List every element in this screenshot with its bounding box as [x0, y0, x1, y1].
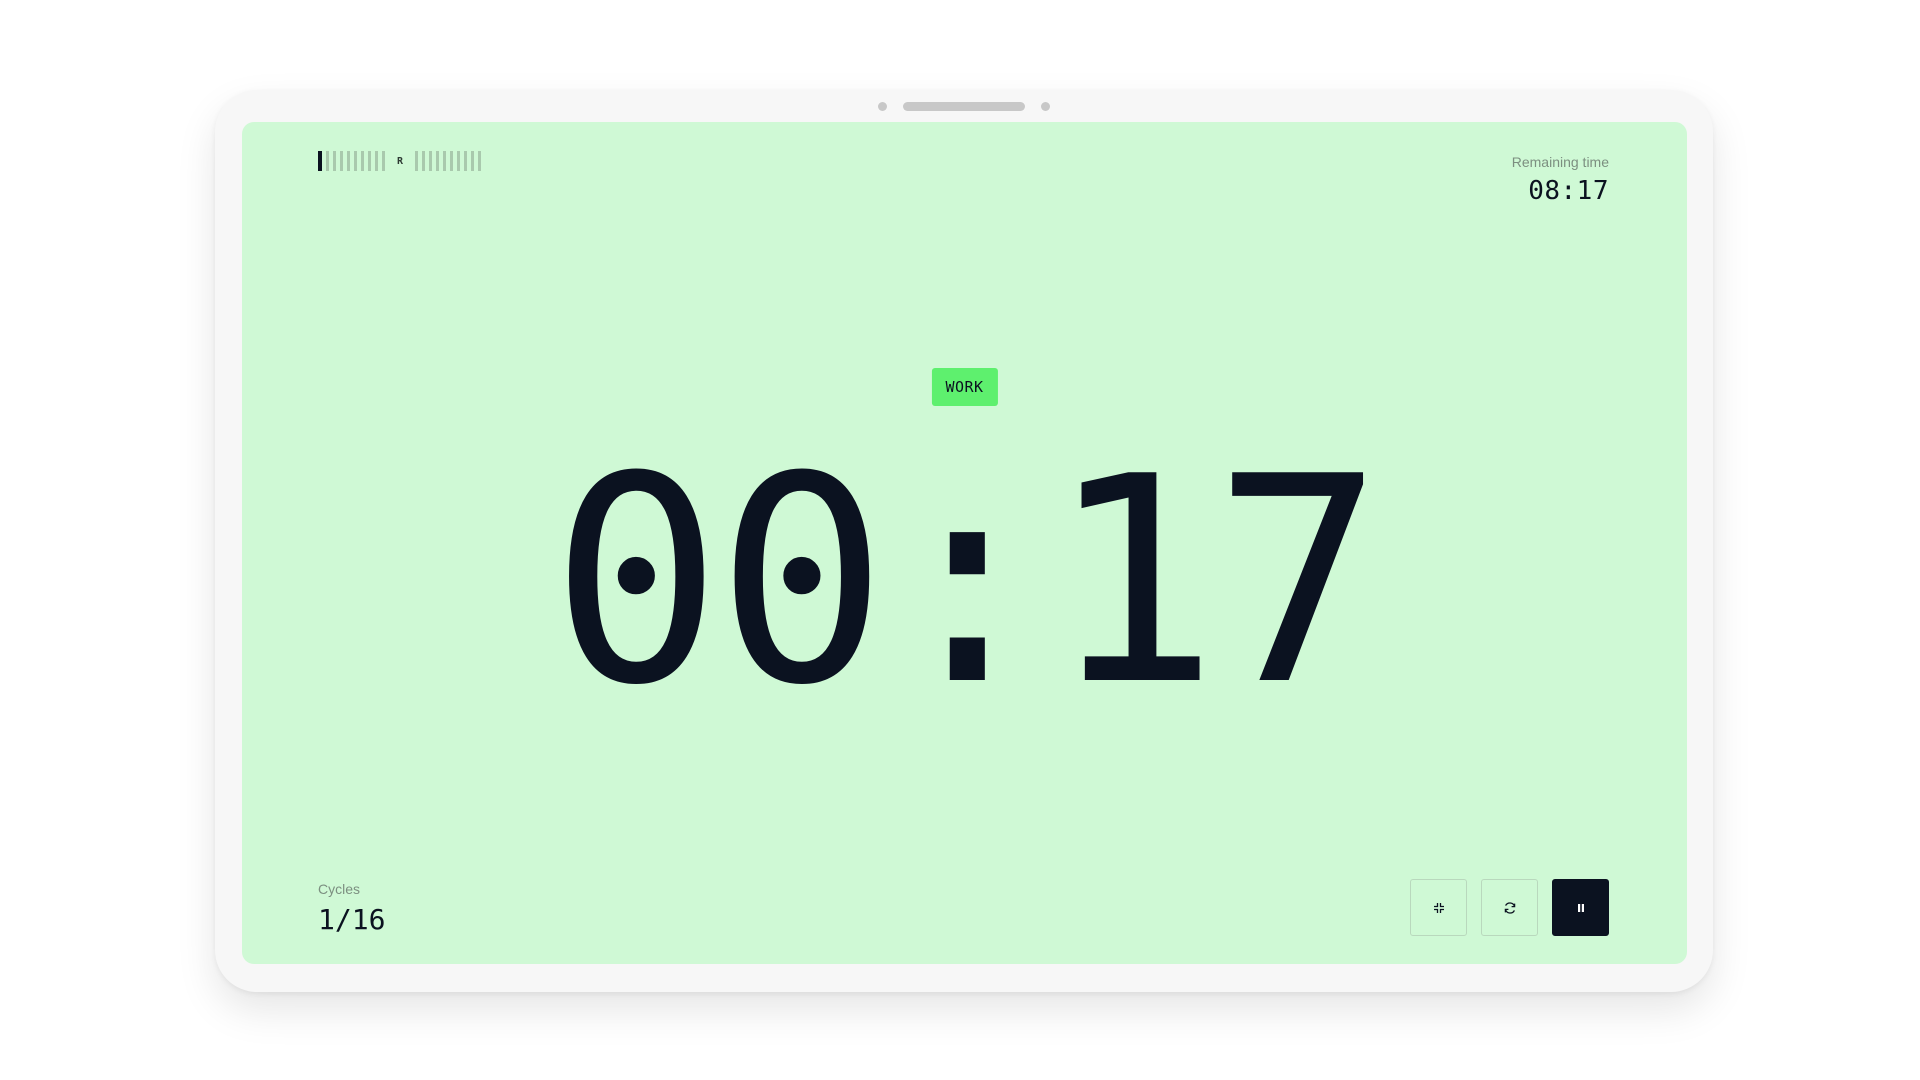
shrink-icon	[1433, 902, 1445, 914]
cycle-tick	[382, 151, 385, 171]
cycle-tick	[333, 151, 336, 171]
speaker-grill	[903, 102, 1025, 111]
cycle-tick	[361, 151, 364, 171]
cycle-tick	[464, 151, 468, 171]
cycle-tick	[318, 151, 322, 171]
cycle-tick	[471, 151, 475, 171]
cycle-tick	[450, 151, 454, 171]
exit-fullscreen-button[interactable]	[1410, 879, 1467, 936]
cycle-tick	[457, 151, 461, 171]
tablet-device: R Remaining time 08:17 WORK 00:17 Cycles…	[215, 90, 1713, 992]
countdown-timer: 00:17	[550, 416, 1385, 748]
cycle-tick	[436, 151, 440, 171]
cycle-tick	[443, 151, 447, 171]
restart-button[interactable]	[1481, 879, 1538, 936]
cycle-tick	[478, 151, 482, 171]
cycle-tick	[368, 151, 371, 171]
pause-button[interactable]	[1552, 879, 1609, 936]
cycle-tick	[422, 151, 426, 171]
remaining-time: Remaining time 08:17	[1512, 154, 1609, 206]
cycles-counter: Cycles 1/16	[318, 881, 385, 936]
cycles-value: 1/16	[318, 903, 386, 936]
cycle-tick	[375, 151, 378, 171]
rest-marker: R	[397, 155, 404, 167]
pause-icon	[1575, 902, 1587, 914]
restart-icon	[1503, 901, 1517, 915]
cycle-tick	[326, 151, 329, 171]
cycle-tick	[340, 151, 343, 171]
timer-controls	[1410, 879, 1609, 936]
camera-bar	[878, 102, 1050, 111]
cycles-label: Cycles	[318, 881, 361, 897]
cycle-tick	[347, 151, 350, 171]
cycle-tick	[354, 151, 357, 171]
phase-badge: WORK	[931, 368, 998, 406]
camera-dot	[878, 102, 887, 111]
timer-screen: R Remaining time 08:17 WORK 00:17 Cycles…	[242, 122, 1687, 964]
sensor-dot	[1041, 102, 1050, 111]
cycle-tick	[415, 151, 419, 171]
remaining-time-value: 08:17	[1528, 176, 1609, 206]
cycle-tick	[429, 151, 433, 171]
cycle-progress-strip: R	[318, 150, 482, 172]
remaining-time-label: Remaining time	[1511, 154, 1609, 170]
